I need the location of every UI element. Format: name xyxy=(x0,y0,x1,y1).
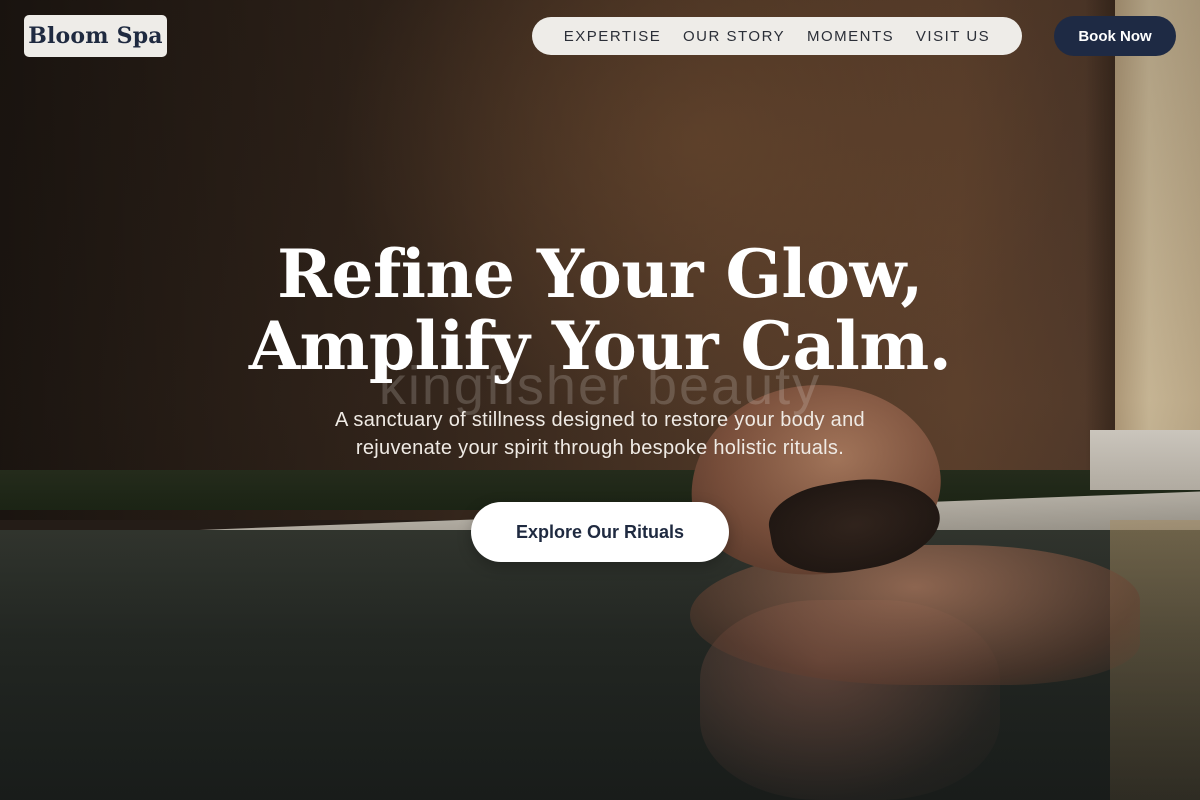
nav-link-expertise[interactable]: EXPERTISE xyxy=(564,28,661,45)
logo[interactable]: Bloom Spa xyxy=(24,15,167,57)
explore-rituals-button[interactable]: Explore Our Rituals xyxy=(471,502,729,562)
hero-headline-line-1: Refine Your Glow, xyxy=(277,235,923,313)
nav-link-visit-us[interactable]: VISIT US xyxy=(916,28,990,45)
hero-subtitle-line-1: A sanctuary of stillness designed to res… xyxy=(335,409,865,431)
nav-link-moments[interactable]: MOMENTS xyxy=(807,28,894,45)
main-nav: EXPERTISE OUR STORY MOMENTS VISIT US xyxy=(532,17,1022,55)
book-now-button[interactable]: Book Now xyxy=(1054,16,1176,56)
hero-headline-line-2: Amplify Your Calm. xyxy=(248,307,952,385)
nav-link-our-story[interactable]: OUR STORY xyxy=(683,28,785,45)
hero-subtitle-line-2: rejuvenate your spirit through bespoke h… xyxy=(355,437,845,459)
hero-subtitle: A sanctuary of stillness designed to res… xyxy=(270,406,930,462)
hero-headline: Refine Your Glow, Amplify Your Calm. xyxy=(200,238,1000,382)
